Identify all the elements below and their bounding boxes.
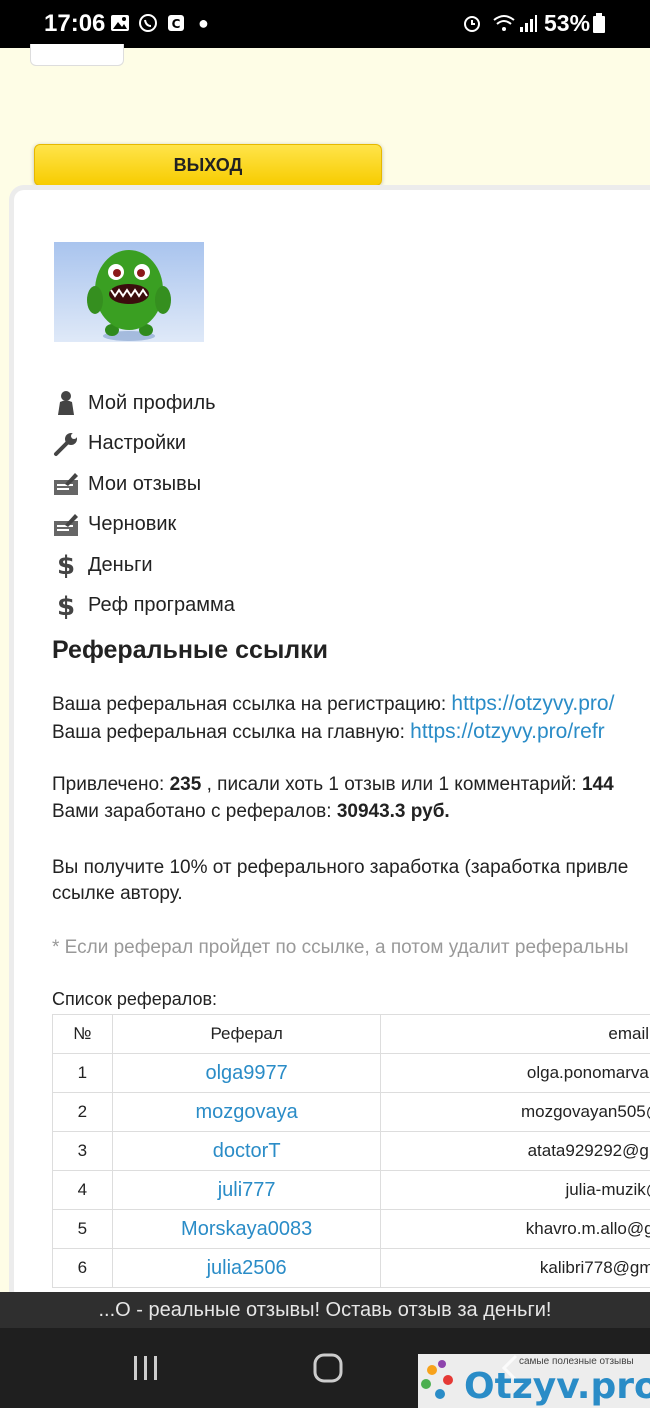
reg-link-label: Ваша реферальная ссылка на регистрацию: [52,694,447,715]
header-card-edge [30,44,124,66]
col-referral-header: Реферал [111,1014,382,1054]
alarm-icon [464,16,480,32]
profile-menu: Мой профиль Настройки Мои отзывы Чернови… [52,383,235,626]
referrals-table: № Реферал email 1 olga9977 olga.ponomarv… [52,1014,650,1288]
notification-dot: ● [198,13,209,33]
dollar-icon: $ [52,593,80,619]
row-number: 2 [52,1092,113,1132]
main-link[interactable]: https://otzyvy.pro/refr [410,720,605,743]
referral-login-link[interactable]: juli777 [218,1179,276,1201]
battery-icon [593,13,605,33]
referral-login-link[interactable]: doctorT [213,1140,281,1162]
status-time: 17:06 [44,10,106,37]
info-line-1: Вы получите 10% от реферального заработк… [52,857,629,878]
wrench-icon [52,431,80,457]
table-row: 6 julia2506 kalibri778@gma [52,1248,650,1288]
ad-ticker[interactable]: ...О - реальные отзывы! Оставь отзыв за … [0,1292,650,1328]
svg-text:$: $ [57,552,75,578]
watermark-text: Otzyv.pro [464,1366,650,1407]
referral-email: olga.ponomarva.9 [380,1053,650,1093]
menu-item-label: Черновик [88,513,177,536]
row-number: 6 [52,1248,113,1288]
write-icon [52,512,80,538]
row-number: 5 [52,1209,113,1249]
status-bar: 17:06 C ● 53% [0,0,650,48]
menu-item-drafts[interactable]: Черновик [52,505,235,546]
battery-level: 53% [544,10,591,36]
earned-value: 30943.3 руб. [336,801,450,822]
reg-link-line: Ваша реферальная ссылка на регистрацию: … [52,692,614,716]
table-row: 1 olga9977 olga.ponomarva.9 [52,1053,650,1093]
referral-login-cell: juli777 [111,1170,382,1210]
wrote-value: 144 [581,774,614,795]
info-line-2: ссылке автору. [52,883,183,904]
earned-line: Вами заработано с рефералов: 30943.3 руб… [52,801,450,823]
referral-list-title: Список рефералов: [52,989,218,1009]
row-number: 4 [52,1170,113,1210]
referral-login-cell: Morskaya0083 [111,1209,382,1249]
write-icon [52,471,80,497]
signal-icon [520,15,537,32]
attracted-value: 235 [169,774,202,795]
svg-text:$: $ [57,593,75,619]
menu-item-my-reviews[interactable]: Мои отзывы [52,464,235,505]
attracted-label: Привлечено: [52,774,165,795]
menu-item-settings[interactable]: Настройки [52,424,235,465]
wrote-label: , писали хоть 1 отзыв или 1 комментарий: [206,774,577,795]
svg-text:C: C [172,17,181,31]
table-row: 2 mozgovaya mozgovayan505@ [52,1092,650,1132]
recent-apps-button[interactable] [126,1348,166,1388]
referral-login-link[interactable]: julia2506 [207,1257,287,1279]
main-link-label: Ваша реферальная ссылка на главную: [52,722,405,743]
referral-email: julia-muzik@ [380,1170,650,1210]
referral-login-link[interactable]: Morskaya0083 [181,1218,312,1240]
home-button[interactable] [308,1348,348,1388]
referral-email: khavro.m.allo@gn [380,1209,650,1249]
recent-apps-icon [134,1356,157,1380]
attracted-line: Привлечено: 235 , писали хоть 1 отзыв ил… [52,774,614,796]
referral-email: kalibri778@gma [380,1248,650,1288]
col-number-header: № [52,1014,113,1054]
menu-item-ref-program[interactable]: $ Реф программа [52,586,235,627]
menu-item-label: Мои отзывы [88,472,202,495]
referral-email: atata929292@gm [380,1131,650,1171]
earned-label: Вами заработано с рефералов: [52,801,332,822]
referral-heading: Реферальные ссылки [52,636,329,664]
referral-login-link[interactable]: mozgovaya [196,1101,298,1123]
referral-login-cell: olga9977 [111,1053,382,1093]
table-row: 3 doctorT atata929292@gm [52,1131,650,1171]
menu-item-label: Настройки [88,432,187,455]
c-icon: C [168,15,184,31]
profile-panel: Мой профиль Настройки Мои отзывы Чернови… [14,190,650,1300]
whatsapp-icon [139,14,157,32]
menu-item-profile[interactable]: Мой профиль [52,383,235,424]
referral-note: * Если реферал пройдет по ссылке, а пото… [52,937,629,958]
menu-item-money[interactable]: $ Деньги [52,545,235,586]
col-email-header: email [380,1014,650,1054]
main-link-line: Ваша реферальная ссылка на главную: http… [52,720,605,744]
table-row: 4 juli777 julia-muzik@ [52,1170,650,1210]
row-number: 1 [52,1053,113,1093]
referral-email: mozgovayan505@ [380,1092,650,1132]
gallery-icon [111,15,129,31]
watermark-caption: самые полезные отзывы [519,1356,634,1367]
reg-link[interactable]: https://otzyvy.pro/ [451,692,614,715]
row-number: 3 [52,1131,113,1171]
referral-login-link[interactable]: olga9977 [205,1062,287,1084]
referral-login-cell: julia2506 [111,1248,382,1288]
wifi-icon [493,15,515,31]
home-icon [313,1353,343,1383]
avatar[interactable] [54,242,204,342]
person-icon [52,390,80,416]
table-header-row: № Реферал email [52,1014,650,1054]
menu-item-label: Деньги [88,553,153,576]
table-row: 5 Morskaya0083 khavro.m.allo@gn [52,1209,650,1249]
dollar-icon: $ [52,552,80,578]
logout-button[interactable]: ВЫХОД [34,144,382,186]
referral-login-cell: mozgovaya [111,1092,382,1132]
menu-item-label: Реф программа [88,594,235,617]
menu-item-label: Мой профиль [88,391,216,414]
monster-avatar-image [87,250,171,341]
referral-login-cell: doctorT [111,1131,382,1171]
